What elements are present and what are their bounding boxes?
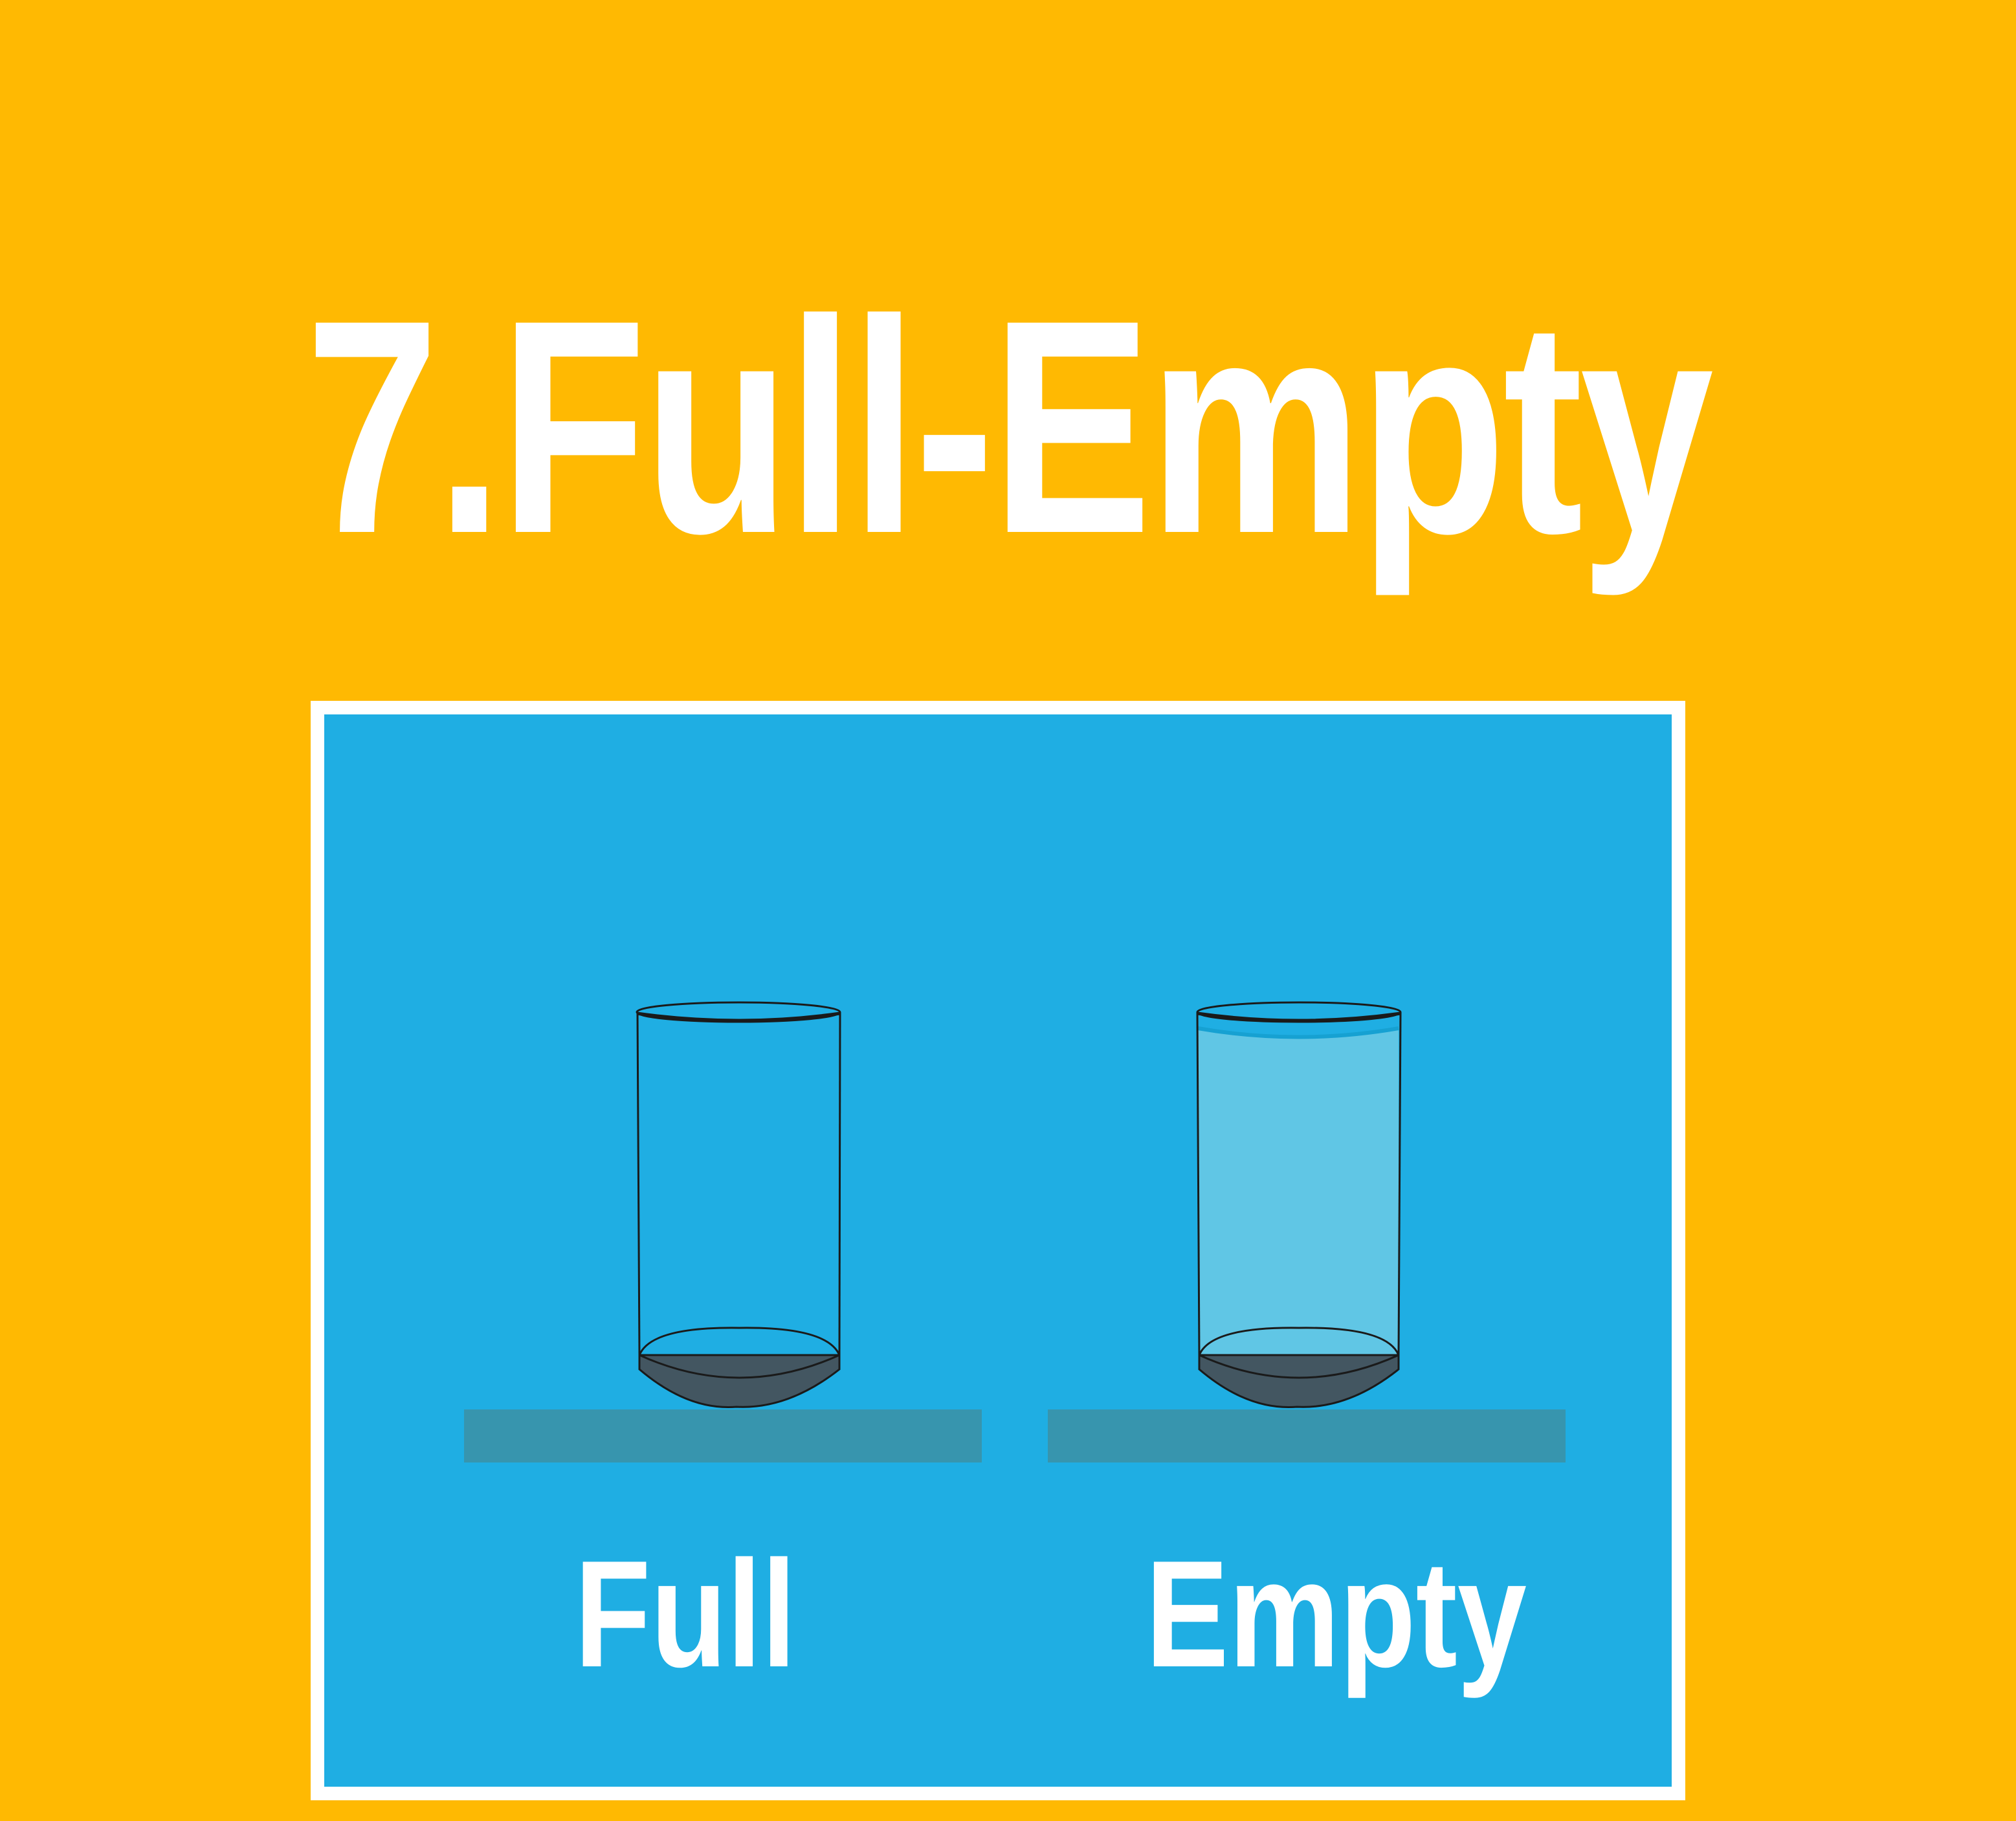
shelf-right — [1048, 1409, 1566, 1462]
page-background: 7.Full-Empty Full Empty — [0, 0, 2016, 1821]
comparison-panel: Full Empty — [311, 701, 1685, 1800]
water-filled-glass-icon — [1196, 1001, 1402, 1408]
shelf-left — [464, 1409, 982, 1462]
empty-glass-icon — [636, 1001, 841, 1408]
page-title: 7.Full-Empty — [305, 257, 1714, 597]
label-empty: Empty — [1146, 1529, 1527, 1699]
label-full: Full — [574, 1529, 797, 1699]
